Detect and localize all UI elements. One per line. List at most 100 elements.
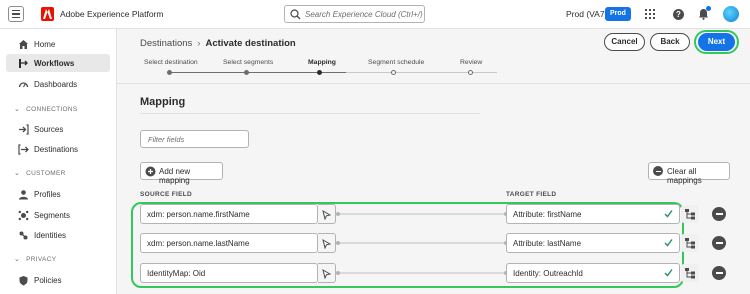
step-dot-review <box>468 70 473 75</box>
next-button[interactable]: Next <box>698 33 735 51</box>
workflows-icon <box>19 59 28 68</box>
source-field-header: SOURCE FIELD <box>140 191 192 198</box>
sidebar-item-identities[interactable]: Identities <box>6 226 110 244</box>
source-field-input[interactable]: xdm: person.name.firstName <box>140 204 318 224</box>
connector-dot <box>336 271 340 275</box>
step-dot-segment-schedule <box>391 70 396 75</box>
home-icon <box>19 40 28 49</box>
step-dot-mapping <box>317 70 322 75</box>
cursor-select-icon <box>322 239 331 249</box>
source-field-input[interactable]: xdm: person.name.lastName <box>140 233 318 253</box>
cancel-button[interactable]: Cancel <box>604 33 645 51</box>
source-field-value: xdm: person.name.lastName <box>147 239 250 248</box>
sidebar-item-dashboards[interactable]: Dashboards <box>6 75 110 93</box>
step-label-select-segments: Select segments <box>223 59 274 66</box>
sources-icon <box>19 124 29 135</box>
target-field-input[interactable]: Attribute: lastName <box>506 233 680 253</box>
section-header-privacy[interactable]: ⌄ PRIVACY <box>14 255 56 263</box>
sidebar-item-label: Home <box>34 40 56 49</box>
help-icon[interactable]: ? <box>673 9 684 20</box>
cursor-select-icon <box>322 269 331 279</box>
chevron-down-icon: ⌄ <box>14 170 21 177</box>
apps-grid-icon[interactable] <box>645 9 655 19</box>
filter-fields-input[interactable]: Filter fields <box>140 130 249 148</box>
remove-mapping-button[interactable] <box>712 236 726 250</box>
adobe-logo-icon[interactable] <box>41 7 54 21</box>
step-label-review: Review <box>460 59 483 66</box>
cursor-select-icon <box>322 210 331 220</box>
mapping-row: xdm: person.name.firstName Attribute: fi… <box>140 204 750 226</box>
add-new-mapping-button[interactable]: Add new mapping <box>140 162 223 185</box>
target-field-value: Attribute: firstName <box>513 210 582 219</box>
back-button[interactable]: Back <box>650 33 690 51</box>
schema-tree-icon <box>685 268 695 279</box>
remove-mapping-button[interactable] <box>712 266 726 280</box>
sidebar-item-label: Sources <box>34 125 64 134</box>
sidebar-item-segments[interactable]: Segments <box>6 206 110 224</box>
target-field-input[interactable]: Attribute: firstName <box>506 204 680 224</box>
select-source-button[interactable] <box>318 204 336 224</box>
sidebar-item-label: Destinations <box>34 145 79 154</box>
header-divider <box>117 83 750 84</box>
top-bar: Adobe Experience Platform Search Experie… <box>0 0 750 29</box>
sidebar-item-label: Identities <box>34 231 67 240</box>
search-icon <box>290 9 301 20</box>
main-content: Destinations › Activate destination Cancel… <box>117 29 750 294</box>
sidebar-item-policies[interactable]: Policies <box>6 271 110 289</box>
page-title: Activate destination <box>205 38 296 49</box>
source-field-value: xdm: person.name.firstName <box>147 210 250 219</box>
schema-tree-icon <box>685 238 695 249</box>
search-input[interactable]: Search Experience Cloud (Ctrl+/) <box>284 5 425 23</box>
sidebar-item-workflows[interactable]: Workflows <box>6 54 110 72</box>
add-icon <box>145 166 156 177</box>
clear-all-mappings-button[interactable]: Clear all mappings <box>648 162 730 185</box>
connector-dot <box>336 241 340 245</box>
select-target-button[interactable] <box>681 264 699 282</box>
notification-dot <box>706 6 711 11</box>
mapping-connector <box>338 272 505 274</box>
step-label-mapping: Mapping <box>308 59 336 66</box>
sidebar-item-sources[interactable]: Sources <box>6 120 110 138</box>
step-dot-select-segments <box>244 70 249 75</box>
search-placeholder: Search Experience Cloud (Ctrl+/) <box>305 10 423 19</box>
sidebar: Home Workflows Dashboards ⌄ CONNECTIONS S… <box>0 29 117 294</box>
target-field-value: Attribute: lastName <box>513 239 582 248</box>
clear-all-mappings-label: Clear all mappings <box>667 167 702 185</box>
select-source-button[interactable] <box>318 233 336 253</box>
sidebar-item-label: Workflows <box>34 59 75 68</box>
sidebar-item-home[interactable]: Home <box>6 35 110 53</box>
destinations-icon <box>18 144 29 155</box>
add-new-mapping-label: Add new mapping <box>159 167 191 185</box>
mapping-row: xdm: person.name.lastName Attribute: las… <box>140 233 750 255</box>
step-label-select-destination: Select destination <box>144 59 198 66</box>
step-dot-select-destination <box>167 70 172 75</box>
connector-dot <box>336 212 340 216</box>
sidebar-item-destinations[interactable]: Destinations <box>6 140 110 158</box>
source-field-input[interactable]: IdentityMap: Oid <box>140 263 318 283</box>
section-header-connections[interactable]: ⌄ CONNECTIONS <box>14 105 78 113</box>
avatar[interactable] <box>723 6 739 22</box>
section-header-customer[interactable]: ⌄ CUSTOMER <box>14 169 66 177</box>
filter-placeholder: Filter fields <box>148 135 185 144</box>
breadcrumb-separator: › <box>197 38 201 49</box>
select-target-button[interactable] <box>681 234 699 252</box>
identities-icon <box>19 231 28 240</box>
chevron-down-icon: ⌄ <box>14 106 21 113</box>
remove-mapping-button[interactable] <box>712 207 726 221</box>
target-field-value: Identity: OutreachId <box>513 269 583 278</box>
menu-icon[interactable] <box>8 6 24 22</box>
target-field-input[interactable]: Identity: OutreachId <box>506 263 680 283</box>
select-source-button[interactable] <box>318 263 336 283</box>
breadcrumb-destinations[interactable]: Destinations <box>140 38 192 49</box>
mapping-connector <box>338 213 505 215</box>
app-title[interactable]: Adobe Experience Platform <box>60 9 163 19</box>
checkmark-icon <box>664 269 673 277</box>
sidebar-item-profiles[interactable]: Profiles <box>6 185 110 203</box>
breadcrumb: Destinations › Activate destination <box>140 38 296 49</box>
sidebar-item-label: Dashboards <box>34 80 78 89</box>
select-target-button[interactable] <box>681 205 699 223</box>
sidebar-item-label: Policies <box>34 276 62 285</box>
sidebar-item-label: Segments <box>34 211 71 220</box>
org-switcher[interactable]: Prod (VA7) <box>566 9 607 19</box>
sandbox-badge[interactable]: Prod <box>605 7 631 21</box>
